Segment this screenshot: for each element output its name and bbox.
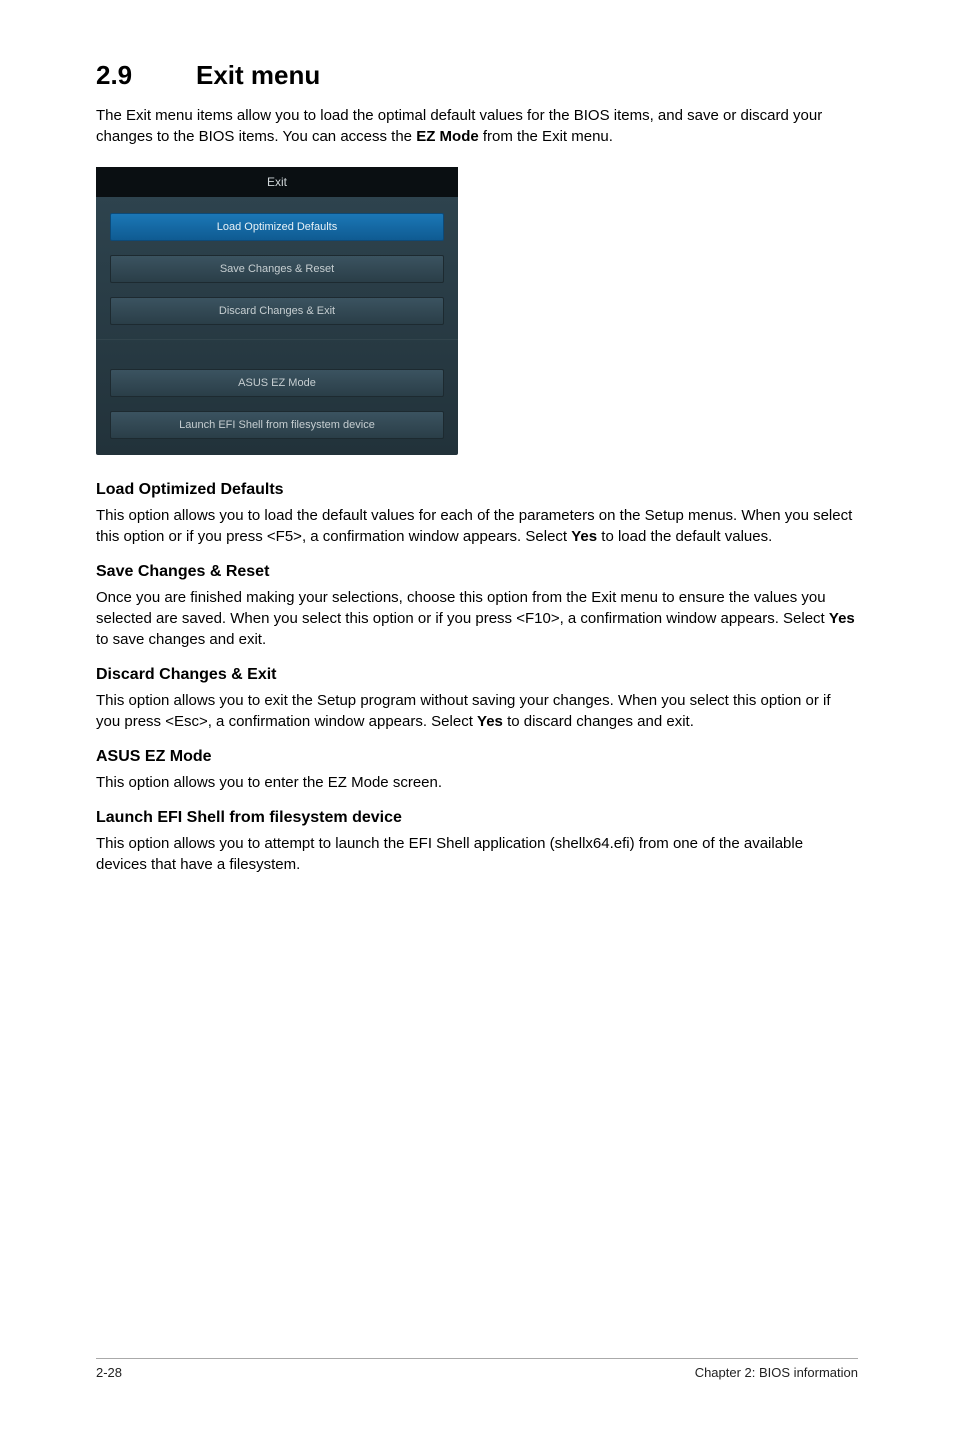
scr-a: Once you are finished making your select… [96, 589, 829, 627]
heading-launch-efi: Launch EFI Shell from filesystem device [96, 809, 858, 827]
page-footer: 2-28 Chapter 2: BIOS information [96, 1358, 858, 1380]
bios-item-load-defaults[interactable]: Load Optimized Defaults [110, 213, 444, 241]
intro-paragraph: The Exit menu items allow you to load th… [96, 105, 858, 147]
section-title-text: Exit menu [196, 60, 320, 90]
lod-c: to load the default values. [597, 528, 772, 545]
footer-page-number: 2-28 [96, 1365, 122, 1380]
section-heading: 2.9Exit menu [96, 60, 858, 91]
bios-divider [96, 339, 458, 369]
scr-b: Yes [829, 610, 855, 627]
scr-c: to save changes and exit. [96, 631, 266, 648]
bios-panel-body: Load Optimized Defaults Save Changes & R… [96, 197, 458, 441]
bios-exit-panel: Exit Load Optimized Defaults Save Change… [96, 167, 458, 455]
para-launch-efi: This option allows you to attempt to lau… [96, 833, 858, 875]
section-number: 2.9 [96, 60, 196, 91]
lod-b: Yes [571, 528, 597, 545]
para-discard-exit: This option allows you to exit the Setup… [96, 690, 858, 732]
para-save-reset: Once you are finished making your select… [96, 587, 858, 650]
dce-b: Yes [477, 713, 503, 730]
heading-discard-exit: Discard Changes & Exit [96, 666, 858, 684]
bios-item-discard-exit[interactable]: Discard Changes & Exit [110, 297, 444, 325]
heading-ez-mode: ASUS EZ Mode [96, 748, 858, 766]
dce-c: to discard changes and exit. [503, 713, 694, 730]
footer-chapter: Chapter 2: BIOS information [695, 1365, 858, 1380]
para-ez-mode: This option allows you to enter the EZ M… [96, 772, 858, 793]
bios-panel-header: Exit [96, 167, 458, 197]
bios-item-save-reset[interactable]: Save Changes & Reset [110, 255, 444, 283]
intro-b: EZ Mode [416, 128, 479, 145]
bios-item-ez-mode[interactable]: ASUS EZ Mode [110, 369, 444, 397]
intro-c: from the Exit menu. [479, 128, 613, 145]
bios-item-launch-efi[interactable]: Launch EFI Shell from filesystem device [110, 411, 444, 439]
heading-load-defaults: Load Optimized Defaults [96, 481, 858, 499]
page-content: 2.9Exit menu The Exit menu items allow y… [0, 0, 954, 875]
dce-a: This option allows you to exit the Setup… [96, 692, 831, 730]
para-load-defaults: This option allows you to load the defau… [96, 505, 858, 547]
heading-save-reset: Save Changes & Reset [96, 563, 858, 581]
